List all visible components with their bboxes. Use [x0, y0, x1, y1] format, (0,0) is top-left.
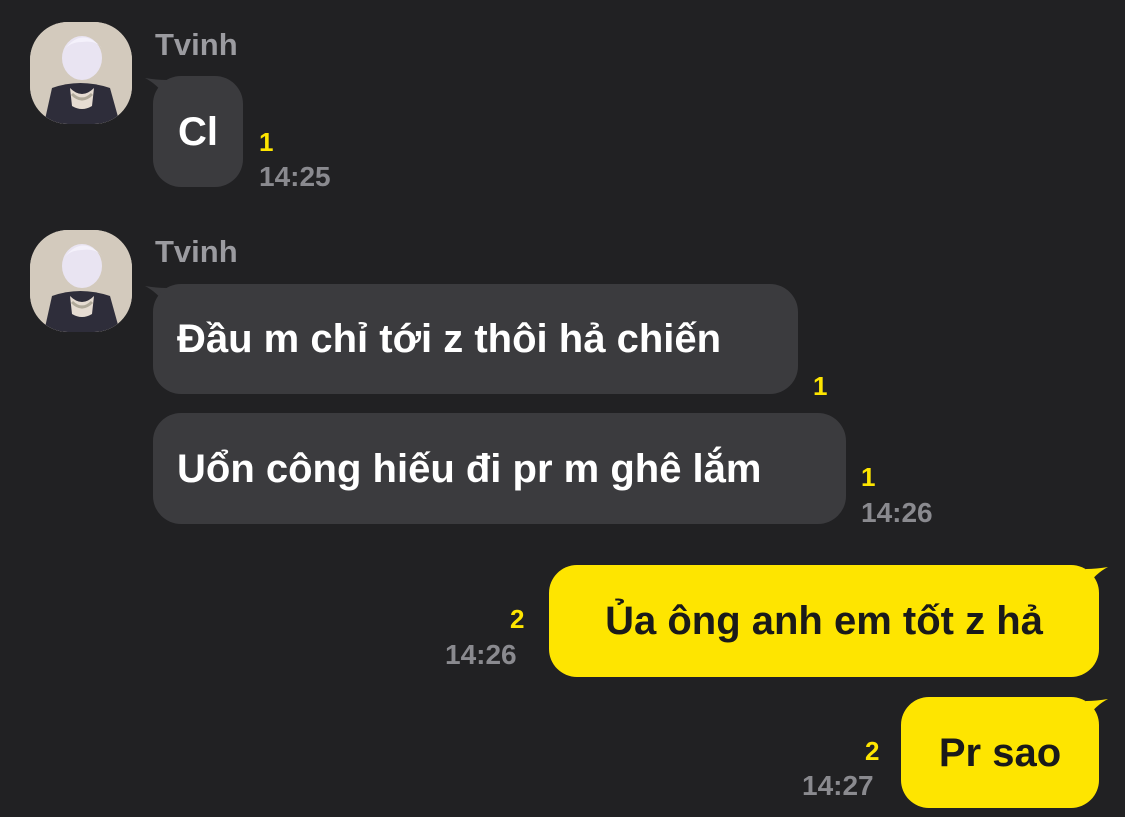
- message-bubble-outgoing[interactable]: Ủa ông anh em tốt z hả: [549, 565, 1099, 677]
- chat-view: Tvinh Cl 1 14:25 Tvinh Đầu m chỉ tới z t…: [0, 0, 1125, 817]
- message-text: Đầu m chỉ tới z thôi hả chiến: [177, 317, 722, 361]
- message-time: 14:25: [259, 161, 331, 192]
- unread-count: 2: [865, 736, 880, 766]
- message-bubble-incoming[interactable]: Đầu m chỉ tới z thôi hả chiến: [153, 284, 798, 394]
- unread-count: 1: [813, 371, 828, 401]
- message-text: Ủa ông anh em tốt z hả: [605, 599, 1043, 643]
- message-bubble-outgoing[interactable]: Pr sao: [901, 697, 1099, 808]
- sender-name: Tvinh: [155, 234, 238, 269]
- message-text: Cl: [178, 109, 218, 154]
- message-text: Pr sao: [938, 730, 1062, 775]
- message-bubble-incoming[interactable]: Uổn công hiếu đi pr m ghê lắm: [153, 413, 846, 524]
- message-time: 14:26: [445, 639, 517, 670]
- avatar-photo-icon: [30, 22, 132, 124]
- unread-count: 2: [510, 604, 525, 634]
- sender-avatar[interactable]: [30, 22, 132, 124]
- sender-name: Tvinh: [155, 27, 238, 62]
- message-time: 14:27: [802, 770, 874, 801]
- message-text: Uổn công hiếu đi pr m ghê lắm: [177, 446, 762, 491]
- message-time: 14:26: [861, 497, 933, 528]
- unread-count: 1: [861, 462, 876, 492]
- unread-count: 1: [259, 127, 274, 157]
- avatar-photo-icon: [30, 230, 132, 332]
- message-bubble-incoming[interactable]: Cl: [153, 76, 243, 187]
- sender-avatar[interactable]: [30, 230, 132, 332]
